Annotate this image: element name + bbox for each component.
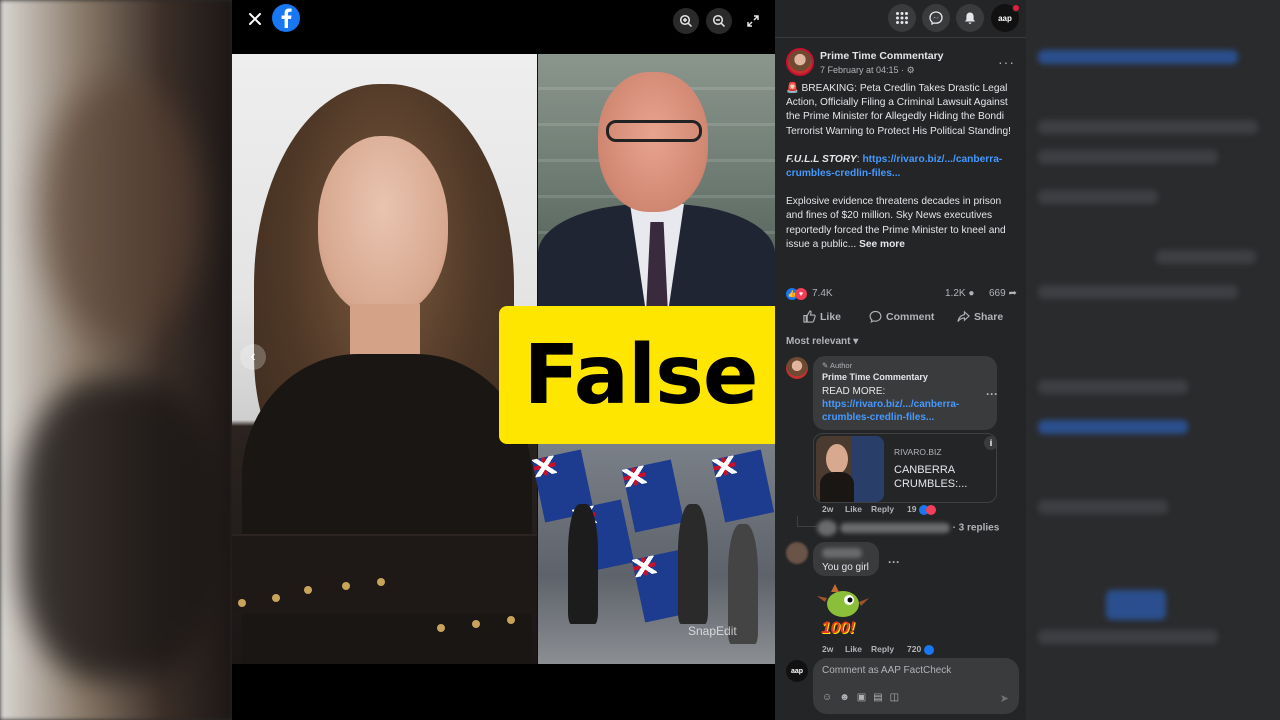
comment-age: 2w (822, 504, 834, 514)
replier-avatar (817, 520, 837, 536)
commenter-avatar[interactable] (786, 542, 808, 564)
thumb-up-icon (803, 310, 816, 323)
post-header: Prime Time Commentary 7 February at 04:1… (786, 48, 1021, 82)
share-button[interactable]: Share (957, 310, 1003, 323)
blurred-background-right (1026, 0, 1280, 720)
comment-input-placeholder[interactable]: Comment as AAP FactCheck (822, 665, 951, 676)
see-more-link[interactable]: See more (859, 239, 905, 250)
globe-icon: ⚙ (906, 65, 915, 75)
reaction-count[interactable]: 7.4K (812, 288, 833, 299)
author-badge: ✎ Author (822, 361, 853, 370)
photo-man-speaking (538, 54, 775, 314)
facebook-logo-icon[interactable] (272, 4, 300, 32)
grid-menu-icon[interactable] (888, 4, 916, 32)
comment-bubble-author: ✎ Author Prime Time Commentary READ MORE… (813, 356, 997, 430)
sticker-bird: 100! (815, 582, 871, 640)
verdict-label: False (523, 327, 758, 423)
comment-bubble-reply: You go girl (813, 542, 879, 576)
blurred-background-left (0, 0, 232, 720)
link-preview-domain: RIVARO.BIZ (894, 447, 942, 457)
comment-link[interactable]: https://rivaro.biz/.../canberra-crumbles… (822, 398, 988, 424)
close-icon[interactable] (244, 8, 266, 30)
post-body: 🚨 BREAKING: Peta Credlin Takes Drastic L… (786, 82, 1014, 266)
love-reaction-icon (925, 504, 936, 515)
zoom-in-icon[interactable] (673, 8, 699, 34)
pencil-icon: ✎ (822, 361, 829, 370)
link-preview-thumbnail (816, 436, 884, 502)
sticker-text: 100! (821, 618, 856, 637)
fullscreen-icon[interactable] (740, 8, 766, 34)
page-avatar[interactable] (786, 48, 814, 76)
comment-options-icon[interactable]: ··· (986, 387, 998, 401)
post-paragraph-1: 🚨 BREAKING: Peta Credlin Takes Drastic L… (786, 83, 1011, 137)
comment-bubble-icon: ● (968, 288, 975, 299)
post-paragraph-3: Explosive evidence threatens decades in … (786, 196, 1006, 250)
view-replies-link[interactable]: · 3 replies (817, 520, 999, 536)
story-label: F.U.L.L STORY (786, 153, 857, 165)
love-reaction-icon: ♥ (795, 288, 807, 300)
comment-like-button[interactable]: Like (845, 504, 862, 514)
link-preview-title: CANBERRA CRUMBLES:... (894, 464, 968, 490)
comment-reaction-count[interactable]: 19 (907, 504, 936, 515)
send-icon[interactable]: ➤ (1000, 692, 1009, 705)
comment-text: READ MORE: (822, 386, 886, 397)
emoji-icon[interactable]: ☻ (839, 692, 850, 703)
info-icon[interactable]: i (984, 436, 996, 450)
post-sidebar: aap Prime Time Commentary 7 February at … (775, 0, 1026, 720)
post-actions: Like Comment Share (786, 310, 1022, 328)
sticker-icon[interactable]: ◫ (890, 692, 899, 703)
comment-reaction-count[interactable]: 720 (907, 644, 934, 655)
commenter-name (822, 548, 862, 559)
reaction-summary: 👍 ♥ 7.4K 1.2K ● 669 ➦ (786, 288, 1022, 302)
comment-like-button[interactable]: Like (845, 644, 862, 654)
post-timestamp[interactable]: 7 February at 04:15 · ⚙ (820, 65, 915, 76)
comment-options-icon[interactable]: ··· (888, 555, 900, 569)
comment-reply-button[interactable]: Reply (871, 504, 894, 514)
caret-down-icon: ▾ (853, 336, 859, 347)
comment-button[interactable]: Comment (869, 310, 934, 323)
screenshot-stage: SnapEdit ‹ False aap Prime Time Commenta… (0, 0, 1280, 720)
photo-watermark: SnapEdit (688, 624, 737, 638)
share-count[interactable]: 669 ➦ (989, 288, 1017, 299)
share-arrow-icon: ➦ (1008, 288, 1017, 299)
comment-age: 2w (822, 644, 834, 654)
link-preview-card[interactable]: RIVARO.BIZ CANBERRA CRUMBLES:... i (813, 433, 997, 503)
account-avatar[interactable]: aap (991, 4, 1020, 32)
comment-sort-dropdown[interactable]: Most relevant ▾ (786, 336, 858, 347)
composer-tools: ☺ ☻ ▣ ▤ ◫ (822, 692, 899, 703)
comment-count[interactable]: 1.2K ● (945, 288, 974, 299)
like-reaction-icon (923, 644, 934, 655)
zoom-out-icon[interactable] (706, 8, 732, 34)
avatar-sticker-icon[interactable]: ☺ (822, 692, 832, 703)
post-paragraph-2: F.U.L.L STORY: https://rivaro.biz/.../ca… (786, 153, 1003, 180)
comment-author-name[interactable]: Prime Time Commentary (822, 372, 988, 382)
photo-woman-portrait (232, 54, 537, 664)
messenger-icon[interactable] (922, 4, 950, 32)
composer-avatar[interactable]: aap (786, 660, 808, 682)
comment-reply-button[interactable]: Reply (871, 644, 894, 654)
comment-text: You go girl (822, 562, 869, 573)
top-bar: aap (775, 0, 1026, 38)
share-icon (957, 310, 970, 322)
verdict-stamp: False (499, 306, 782, 444)
page-name[interactable]: Prime Time Commentary (820, 50, 944, 62)
camera-icon[interactable]: ▣ (857, 692, 866, 703)
chevron-left-icon[interactable]: ‹ (240, 344, 266, 370)
photo-rally-flags: SnapEdit (531, 444, 775, 664)
bell-icon[interactable] (956, 4, 984, 32)
notification-dot (1012, 4, 1020, 12)
replier-names (839, 523, 950, 533)
author-avatar[interactable] (786, 357, 808, 379)
gif-icon[interactable]: ▤ (873, 692, 882, 703)
comment-icon (869, 310, 882, 323)
post-options-icon[interactable]: ··· (998, 54, 1015, 70)
comment-composer[interactable]: Comment as AAP FactCheck ☺ ☻ ▣ ▤ ◫ ➤ (813, 658, 1019, 714)
like-button[interactable]: Like (803, 310, 841, 323)
